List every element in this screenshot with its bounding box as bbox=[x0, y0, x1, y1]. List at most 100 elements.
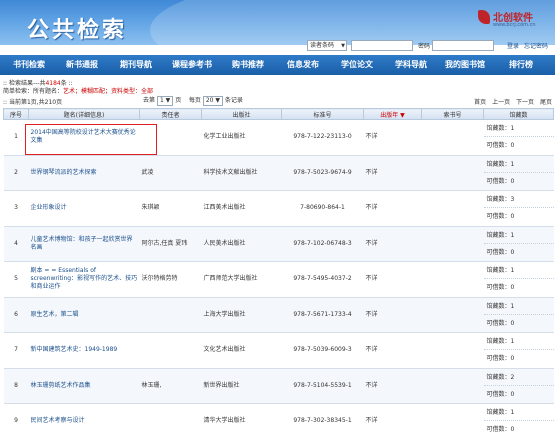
row-isbn: 978-7-5023-9674-9 bbox=[281, 155, 364, 191]
row-held-count: 馆藏数：3 bbox=[483, 191, 554, 209]
page-info: :: 当前第1页,共210页 bbox=[3, 99, 63, 106]
row-holdings: 馆藏数：1 可借数：0 bbox=[483, 261, 554, 298]
col-header-publisher[interactable]: 出版社 bbox=[201, 108, 282, 120]
row-isbn: 7-80690-864-1 bbox=[281, 190, 364, 227]
row-isbn: 978-7-122-23113-0 bbox=[281, 119, 364, 156]
login-type-value: 读者条码 bbox=[310, 42, 335, 49]
col-header-holdings: 馆藏数 bbox=[483, 108, 554, 120]
last-page-link[interactable]: 尾页 bbox=[540, 99, 552, 106]
row-available-count: 可借数：0 bbox=[486, 319, 515, 327]
row-no: 2 bbox=[3, 155, 29, 191]
row-available-count: 可借数：0 bbox=[486, 390, 515, 398]
row-publisher: 文化艺术出版社 bbox=[201, 332, 282, 369]
row-callno bbox=[421, 119, 484, 156]
row-year: 不详 bbox=[363, 332, 422, 369]
forgot-password-link[interactable]: 忘记密码 bbox=[524, 41, 548, 50]
nav-item-my-library[interactable]: 我的图书馆 bbox=[445, 59, 485, 70]
col-header-callno[interactable]: 索书号 bbox=[421, 108, 484, 120]
row-isbn: 978-7-302-38345-1 bbox=[281, 403, 364, 436]
col-header-year[interactable]: 出版年 ▼ bbox=[363, 108, 422, 120]
table-row: 4 儿童艺术博物馆：和孩子一起欣赏世界名画 阿尔古,任真 夏玮 人民美术出版社 978-… bbox=[3, 226, 554, 262]
chevron-down-icon: ▼ bbox=[341, 43, 345, 49]
row-title-link[interactable]: 剧本 = = Essentials of screenwriting：影视写作的… bbox=[28, 261, 140, 298]
row-callno bbox=[421, 226, 484, 262]
nav-item-book-search[interactable]: 书刊检索 bbox=[13, 59, 45, 70]
table-row: 5 剧本 = = Essentials of screenwriting：影视写作… bbox=[3, 261, 554, 298]
table-row: 3 企业形象设计 朱琪颖 江西美术出版社 7-80690-864-1 不详 馆藏数：3 可借数… bbox=[3, 190, 554, 227]
col-header-isbn[interactable]: 标准号 bbox=[281, 108, 364, 120]
password-input[interactable] bbox=[432, 40, 494, 51]
logo-url: www.bcrj.com.cn bbox=[493, 22, 536, 28]
row-held-count: 馆藏数：1 bbox=[483, 298, 554, 315]
vendor-logo: 北创软件 www.bcrj.com.cn bbox=[476, 9, 552, 35]
col-header-no: 序号 bbox=[3, 108, 29, 120]
row-holdings: 馆藏数：1 可借数：0 bbox=[483, 403, 554, 436]
nav-item-rankings[interactable]: 排行榜 bbox=[509, 59, 533, 70]
row-holdings: 馆藏数：2 可借数：0 bbox=[483, 368, 554, 404]
login-link[interactable]: 登录 bbox=[507, 41, 519, 50]
row-publisher: 新世界出版社 bbox=[201, 368, 282, 404]
row-title-link[interactable]: 原生艺术，第二辑 bbox=[28, 297, 140, 333]
per-page-select[interactable]: 20 ▼ bbox=[202, 95, 223, 106]
nav-item-theses[interactable]: 学位论文 bbox=[341, 59, 373, 70]
row-holdings: 馆藏数：3 可借数：0 bbox=[483, 190, 554, 227]
row-author bbox=[139, 297, 202, 333]
row-no: 1 bbox=[3, 119, 29, 156]
row-year: 不详 bbox=[363, 261, 422, 298]
row-title-link[interactable]: 儿童艺术博物馆：和孩子一起欣赏世界名画 bbox=[28, 226, 140, 262]
table-row: 7 新中国建筑艺术史：1949-1989 文化艺术出版社 978-7-5039-600… bbox=[3, 332, 554, 369]
row-callno bbox=[421, 332, 484, 369]
nav-item-subjects[interactable]: 学科导航 bbox=[395, 59, 427, 70]
row-title-link[interactable]: 世界钢琴流派的艺术探索 bbox=[28, 155, 140, 191]
row-title-link[interactable]: 企业形象设计 bbox=[28, 190, 140, 227]
row-author bbox=[139, 332, 202, 369]
row-title-link[interactable]: 林玉珊剪纸艺术作品集 bbox=[28, 368, 140, 404]
row-held-count: 馆藏数：1 bbox=[483, 120, 554, 138]
table-row: 6 原生艺术，第二辑 上海大学出版社 978-7-5671-1733-4 不详 馆藏数：1… bbox=[3, 297, 554, 333]
row-isbn: 978-7-5671-1733-4 bbox=[281, 297, 364, 333]
row-available-count: 可借数：0 bbox=[486, 142, 515, 150]
logo-icon bbox=[478, 10, 490, 24]
login-bar: 读者条码 ▼ 密码 登录 忘记密码 bbox=[307, 40, 555, 52]
goto-page-select[interactable]: 1 ▼ bbox=[156, 95, 174, 106]
row-title-link[interactable]: 新中国建筑艺术史：1949-1989 bbox=[28, 332, 140, 369]
row-isbn: 978-7-5039-6009-3 bbox=[281, 332, 364, 369]
row-title-link[interactable]: 民间艺术考察与设计 bbox=[28, 403, 140, 436]
first-page-link[interactable]: 首页 bbox=[474, 99, 486, 106]
row-isbn: 978-7-5495-4037-2 bbox=[281, 261, 364, 298]
login-type-select[interactable]: 读者条码 ▼ bbox=[307, 40, 347, 51]
barcode-input[interactable] bbox=[351, 40, 413, 51]
row-callno bbox=[421, 297, 484, 333]
row-available-count: 可借数：0 bbox=[486, 177, 515, 185]
row-publisher: 人民美术出版社 bbox=[201, 226, 282, 262]
nav-item-purchase-recommend[interactable]: 购书推荐 bbox=[232, 59, 264, 70]
nav-item-new-books[interactable]: 新书通报 bbox=[66, 59, 98, 70]
table-row: 2 世界钢琴流派的艺术探索 武凌 科学技术文献出版社 978-7-5023-9674-9… bbox=[3, 155, 554, 191]
nav-item-course-books[interactable]: 课程参考书 bbox=[172, 59, 212, 70]
row-year: 不详 bbox=[363, 190, 422, 227]
col-header-title[interactable]: 题名(详细信息) bbox=[28, 108, 140, 120]
row-title-link[interactable]: 2014中国高等院校设计艺术大赛优秀论文集 bbox=[28, 119, 140, 156]
row-author bbox=[139, 119, 202, 156]
nav-item-news[interactable]: 信息发布 bbox=[287, 59, 319, 70]
row-held-count: 馆藏数：1 bbox=[483, 156, 554, 173]
nav-item-journals[interactable]: 期刊导航 bbox=[120, 59, 152, 70]
row-publisher: 上海大学出版社 bbox=[201, 297, 282, 333]
row-holdings: 馆藏数：1 可借数：0 bbox=[483, 119, 554, 156]
prev-page-link[interactable]: 上一页 bbox=[492, 99, 510, 106]
page-controls: 去第 1 ▼ 页 每页 20 ▼ 条记录 bbox=[143, 95, 243, 106]
row-held-count: 馆藏数：1 bbox=[483, 333, 554, 351]
row-no: 8 bbox=[3, 368, 29, 404]
row-holdings: 馆藏数：1 可借数：0 bbox=[483, 332, 554, 369]
row-author: 阿尔古,任真 夏玮 bbox=[139, 226, 202, 262]
row-callno bbox=[421, 261, 484, 298]
row-publisher: 江西美术出版社 bbox=[201, 190, 282, 227]
pager-links: 首页 上一页 下一页 尾页 bbox=[470, 97, 552, 106]
row-author: 武凌 bbox=[139, 155, 202, 191]
page-header: 公共检索 北创软件 www.bcrj.com.cn bbox=[0, 0, 555, 45]
row-publisher: 科学技术文献出版社 bbox=[201, 155, 282, 191]
col-header-author[interactable]: 责任者 bbox=[139, 108, 202, 120]
next-page-link[interactable]: 下一页 bbox=[516, 99, 534, 106]
row-year: 不详 bbox=[363, 155, 422, 191]
row-available-count: 可借数：0 bbox=[486, 355, 515, 363]
